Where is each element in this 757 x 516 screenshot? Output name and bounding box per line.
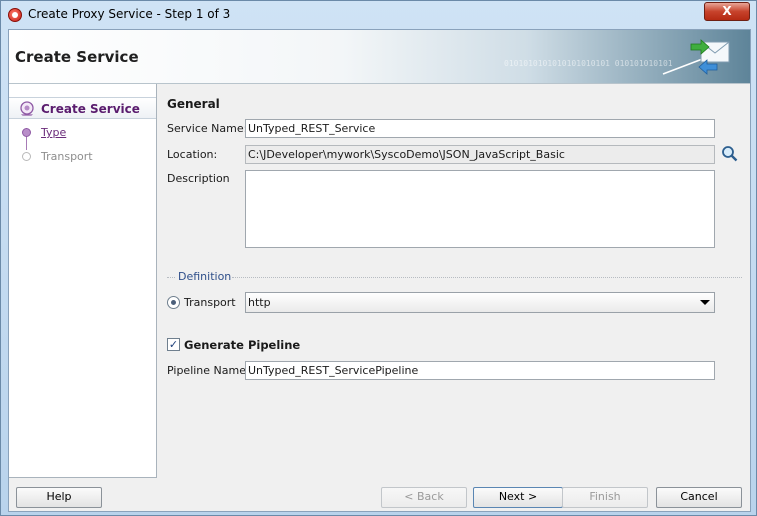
- service-name-input[interactable]: UnTyped_REST_Service: [245, 119, 715, 138]
- wizard-steps-panel: Create Service Type Transport: [9, 84, 157, 478]
- dialog-client-area: Create Service 0101010101010101010101 01…: [8, 29, 751, 512]
- cancel-button[interactable]: Cancel: [656, 487, 742, 508]
- next-button[interactable]: Next >: [473, 487, 563, 508]
- help-button[interactable]: Help: [16, 487, 102, 508]
- window-title: Create Proxy Service - Step 1 of 3: [28, 7, 231, 21]
- definition-legend: Definition: [178, 270, 232, 283]
- step-dot-icon: [22, 128, 31, 137]
- generate-pipeline-checkbox[interactable]: ✓: [167, 338, 180, 351]
- pipeline-name-input[interactable]: UnTyped_REST_ServicePipeline: [245, 361, 715, 380]
- close-button[interactable]: X: [704, 2, 750, 21]
- finish-button[interactable]: Finish: [562, 487, 648, 508]
- description-label: Description: [167, 172, 230, 185]
- step-transport: Transport: [9, 146, 156, 168]
- definition-divider: [232, 277, 742, 278]
- app-icon: [8, 8, 22, 22]
- generate-pipeline-label: Generate Pipeline: [184, 338, 301, 352]
- general-section-title: General: [167, 97, 220, 111]
- envelope-exchange-icon: [662, 39, 730, 75]
- step-create-service[interactable]: Create Service: [9, 97, 156, 119]
- transport-selected-value: http: [248, 296, 271, 309]
- step-label-create-service: Create Service: [41, 102, 140, 116]
- definition-divider-left: [167, 277, 175, 278]
- step-dot-icon: [22, 152, 31, 161]
- search-icon[interactable]: [721, 145, 739, 163]
- service-name-label: Service Name:: [167, 122, 248, 135]
- chevron-down-icon: [700, 300, 710, 305]
- header-binary-decoration: 0101010101010101010101 010101010101: [504, 59, 673, 68]
- step-label-type: Type: [41, 126, 67, 139]
- transport-label: Transport: [184, 296, 236, 309]
- wizard-header: Create Service 0101010101010101010101 01…: [9, 30, 750, 84]
- title-bar: Create Proxy Service - Step 1 of 3 X: [1, 1, 756, 29]
- transport-radio[interactable]: [167, 296, 180, 309]
- location-label: Location:: [167, 148, 218, 161]
- current-step-icon: [20, 101, 34, 116]
- step-type[interactable]: Type: [9, 122, 156, 144]
- transport-select[interactable]: http: [245, 292, 715, 313]
- dialog-window: Create Proxy Service - Step 1 of 3 X Cre…: [0, 0, 757, 516]
- pipeline-name-label: Pipeline Name:: [167, 364, 250, 377]
- header-title: Create Service: [15, 48, 139, 66]
- description-textarea[interactable]: [245, 170, 715, 248]
- wizard-content: General Service Name: UnTyped_REST_Servi…: [157, 84, 750, 478]
- location-field[interactable]: C:\JDeveloper\mywork\SyscoDemo\JSON_Java…: [245, 145, 715, 164]
- back-button[interactable]: < Back: [381, 487, 467, 508]
- step-label-transport: Transport: [41, 150, 93, 163]
